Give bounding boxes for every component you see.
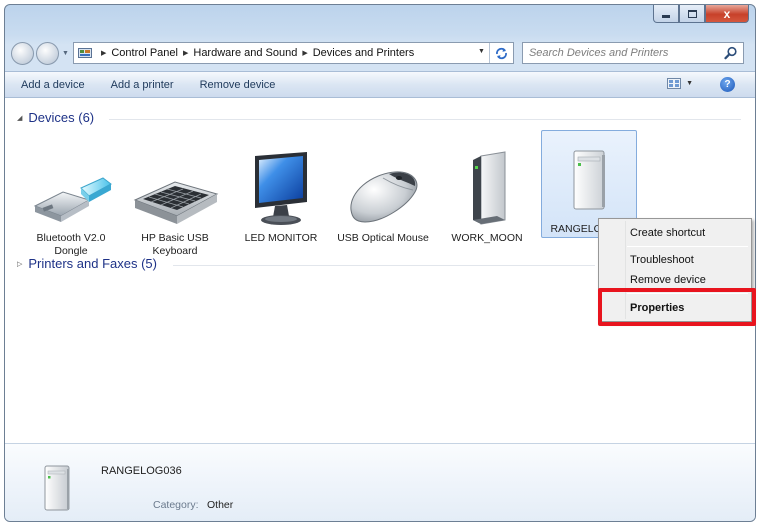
refresh-button[interactable] (488, 43, 513, 63)
caption-buttons: x (653, 5, 749, 24)
view-options-icon (667, 78, 682, 89)
device-icon-wrap (23, 142, 119, 228)
usb-dongle-icon (33, 177, 112, 222)
printers-group-title: Printers and Faxes (5) (28, 256, 157, 271)
details-device-name: RANGELOG036 (101, 465, 182, 477)
forward-button[interactable] (36, 41, 59, 65)
device-icon-wrap (233, 142, 329, 228)
add-printer-button[interactable]: Add a printer (111, 79, 174, 91)
device-item[interactable]: HP Basic USB Keyboard (127, 142, 223, 258)
maximize-button[interactable] (679, 5, 705, 23)
address-history-dropdown[interactable]: ▼ (478, 48, 485, 55)
close-button[interactable]: x (705, 5, 749, 23)
collapse-triangle-icon[interactable]: ◢ (17, 114, 22, 122)
device-icon-wrap (335, 142, 431, 228)
computer-tower-icon (573, 150, 605, 210)
breadcrumb-hardware-and-sound[interactable]: Hardware and Sound (193, 47, 297, 59)
change-view-button[interactable]: ▼ (667, 78, 693, 89)
monitor-icon (255, 152, 307, 225)
menu-item-create-shortcut[interactable]: Create shortcut (630, 227, 705, 239)
device-label: HP Basic USB Keyboard (141, 232, 209, 257)
device-icon-wrap (127, 142, 223, 228)
close-icon: x (723, 6, 731, 21)
minimize-button[interactable] (653, 5, 679, 23)
expand-triangle-icon[interactable]: ▷ (17, 260, 22, 268)
search-box[interactable] (521, 42, 744, 64)
device-label: WORK_MOON (451, 232, 523, 244)
device-label: LED MONITOR (244, 232, 318, 244)
printers-group-header[interactable]: ▷ Printers and Faxes (5) (17, 256, 157, 271)
help-button[interactable]: ? (720, 77, 735, 92)
details-category-label: Category: (153, 499, 199, 511)
details-category-value: Other (207, 499, 234, 511)
device-icon-wrap (439, 142, 535, 228)
devices-group-header[interactable]: ◢ Devices (6) (17, 110, 94, 125)
details-pane: RANGELOG036 Category: Other (5, 443, 755, 521)
device-icon-wrap (542, 131, 636, 213)
device-item[interactable]: LED MONITOR (233, 142, 329, 245)
navigation-bar: ▼ ▶ Control Panel ▶ Hardware and Sound ▶… (11, 39, 747, 67)
recent-pages-dropdown[interactable]: ▼ (62, 50, 69, 57)
help-icon: ? (724, 79, 731, 90)
breadcrumb-separator[interactable]: ▶ (302, 49, 307, 57)
minimize-icon (662, 15, 670, 18)
keyboard-icon (133, 181, 219, 224)
mouse-icon (350, 171, 418, 223)
menu-item-troubleshoot[interactable]: Troubleshoot (630, 254, 694, 266)
address-bar[interactable]: ▶ Control Panel ▶ Hardware and Sound ▶ D… (72, 42, 514, 64)
device-label: Bluetooth V2.0 Dongle (36, 232, 106, 257)
command-bar: Add a device Add a printer Remove device… (5, 71, 755, 98)
breadcrumb-devices-and-printers[interactable]: Devices and Printers (313, 47, 415, 59)
search-input[interactable] (528, 47, 709, 59)
control-panel-icon (77, 47, 92, 58)
group-divider (173, 265, 595, 266)
maximize-icon (687, 9, 697, 18)
computer-tower-icon (44, 465, 70, 511)
properties-highlight-box (598, 288, 756, 326)
chevron-down-icon[interactable]: ▼ (686, 80, 693, 87)
breadcrumb-control-panel[interactable]: Control Panel (111, 47, 178, 59)
refresh-icon (496, 47, 507, 59)
computer-tower-icon (473, 151, 506, 225)
add-device-button[interactable]: Add a device (21, 79, 85, 91)
device-item[interactable]: WORK_MOON (439, 142, 535, 245)
breadcrumb-separator: ▶ (100, 50, 107, 57)
menu-item-remove-device[interactable]: Remove device (630, 274, 706, 286)
search-icon[interactable] (724, 46, 738, 60)
back-button[interactable] (11, 41, 34, 65)
devices-group-title: Devices (6) (28, 110, 95, 125)
device-item[interactable]: USB Optical Mouse (335, 142, 431, 245)
group-divider (109, 119, 741, 120)
menu-separator (627, 246, 748, 247)
remove-device-button[interactable]: Remove device (200, 79, 276, 91)
device-label: USB Optical Mouse (337, 232, 429, 244)
device-item[interactable]: Bluetooth V2.0 Dongle (23, 142, 119, 258)
breadcrumb-separator[interactable]: ▶ (183, 49, 188, 57)
